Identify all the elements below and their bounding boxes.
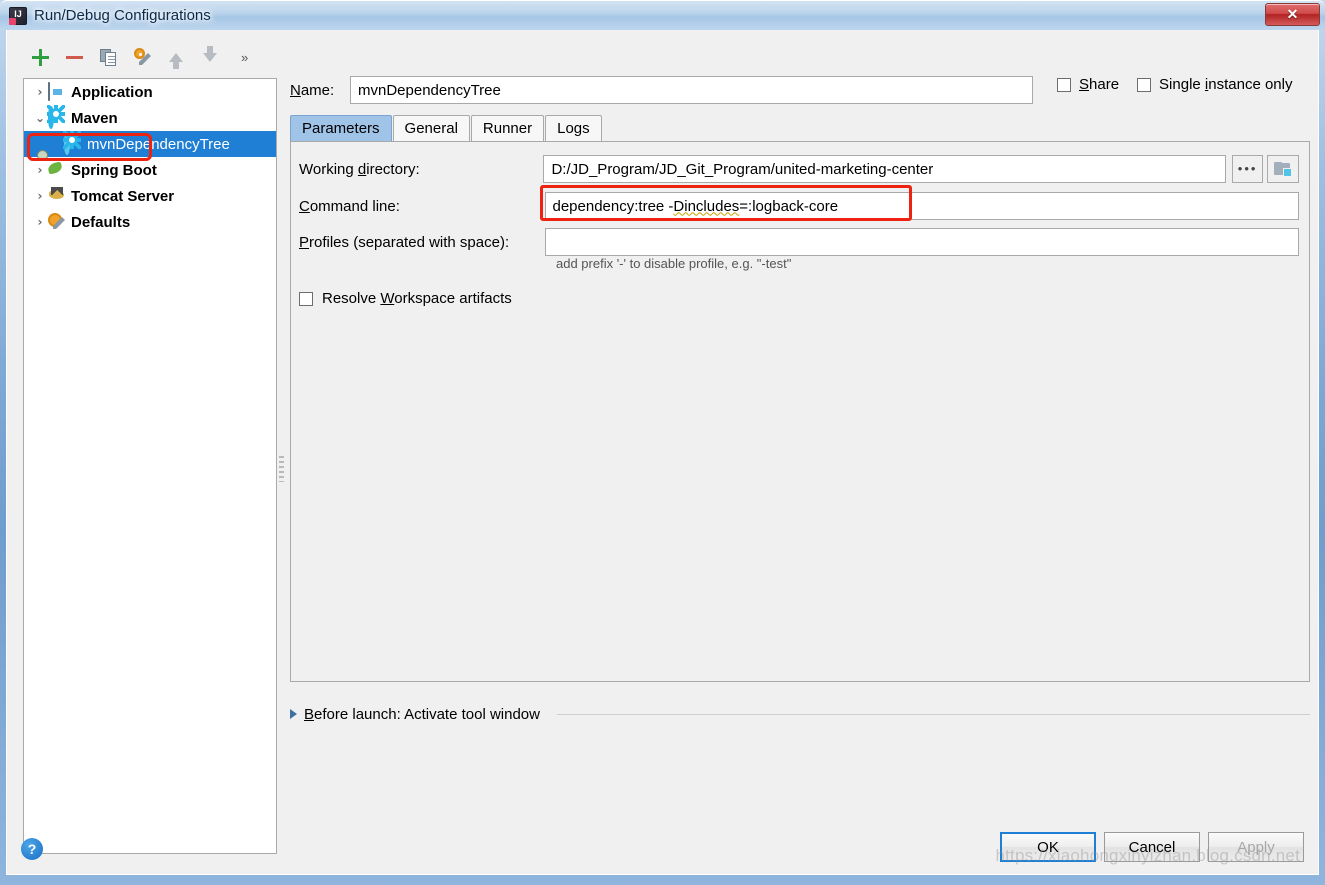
apply-button[interactable]: Apply [1208, 832, 1304, 862]
tree-item-defaults[interactable]: › Defaults [24, 209, 276, 235]
parameters-panel: Working directory: D:/JD_Program/JD_Git_… [290, 142, 1310, 682]
module-icon [1274, 161, 1293, 177]
move-down-button[interactable] [193, 43, 227, 71]
tab-parameters[interactable]: Parameters [290, 115, 392, 141]
dialog-client-area: » › Application ⌄ Maven mvnDependencyTre… [6, 30, 1319, 875]
configuration-options: Share Single instance only [1057, 76, 1293, 93]
tree-item-label: Spring Boot [71, 161, 157, 179]
tree-item-application[interactable]: › Application [24, 79, 276, 105]
defaults-icon [48, 213, 66, 231]
share-checkbox[interactable] [1057, 77, 1071, 92]
resolve-workspace-row: Resolve Workspace artifacts [299, 290, 512, 307]
command-line-input[interactable]: dependency:tree - Dincludes =:logback-core [544, 192, 1299, 220]
tree-item-tomcat-server[interactable]: › Tomcat Server [24, 183, 276, 209]
tree-item-label: mvnDependencyTree [87, 135, 230, 153]
before-launch-section[interactable]: Before launch: Activate tool window [290, 702, 1310, 726]
maven-gear-icon [48, 106, 66, 129]
minus-icon [65, 55, 83, 59]
profiles-row: Profiles (separated with space): [299, 228, 1299, 256]
command-line-row: Command line: dependency:tree - Dincludes… [299, 192, 1299, 220]
copy-button[interactable] [91, 43, 125, 71]
configurations-tree[interactable]: › Application ⌄ Maven mvnDependencyTree … [23, 78, 277, 854]
tree-item-mvndependencytree[interactable]: mvnDependencyTree [24, 131, 276, 157]
tree-item-maven[interactable]: ⌄ Maven [24, 105, 276, 131]
ellipsis-icon: ••• [1237, 161, 1258, 176]
chevron-right-icon[interactable]: › [32, 85, 48, 99]
profiles-input[interactable] [544, 228, 1299, 256]
single-instance-checkbox[interactable] [1137, 77, 1152, 92]
section-divider [556, 713, 1310, 715]
arrow-up-icon [169, 52, 183, 69]
tab-general[interactable]: General [392, 115, 470, 141]
window-title: Run/Debug Configurations [34, 7, 211, 24]
chevron-down-icon[interactable]: ⌄ [32, 111, 48, 125]
remove-button[interactable] [57, 43, 91, 71]
help-icon[interactable]: ? [21, 838, 43, 860]
add-button[interactable] [23, 43, 57, 71]
working-directory-row: Working directory: D:/JD_Program/JD_Git_… [299, 155, 1299, 183]
single-instance-label[interactable]: Single instance only [1159, 76, 1292, 93]
intellij-idea-icon [9, 6, 27, 25]
splitter-grip-icon [279, 456, 284, 482]
tree-item-label: Tomcat Server [71, 187, 175, 205]
tab-bar: Parameters General Runner Logs [290, 115, 1310, 142]
resolve-workspace-label[interactable]: Resolve Workspace artifacts [322, 290, 512, 307]
tree-item-spring-boot[interactable]: › Spring Boot [24, 157, 276, 183]
title-bar: Run/Debug Configurations ✕ [0, 0, 1325, 30]
application-icon [48, 82, 66, 101]
browse-directory-button[interactable]: ••• [1231, 155, 1264, 183]
plus-icon [31, 48, 49, 66]
configurations-toolbar: » [23, 42, 283, 72]
tomcat-icon [48, 187, 66, 205]
working-directory-label: Working directory: [299, 160, 420, 178]
dialog-button-bar: OK Cancel Apply [1000, 832, 1304, 862]
cancel-button[interactable]: Cancel [1104, 832, 1200, 862]
chevron-right-icon[interactable]: › [32, 215, 48, 229]
panel-splitter[interactable] [278, 78, 286, 854]
edit-templates-button[interactable] [125, 43, 159, 71]
profiles-hint: add prefix '-' to disable profile, e.g. … [556, 256, 792, 271]
working-directory-input[interactable]: D:/JD_Program/JD_Git_Program/united-mark… [543, 155, 1226, 183]
copy-icon [99, 48, 117, 66]
command-line-label: Command line: [299, 197, 400, 215]
dialog-window: Run/Debug Configurations ✕ » [0, 0, 1325, 885]
move-up-button[interactable] [159, 43, 193, 71]
maven-gear-icon [64, 132, 82, 155]
chevron-right-icon[interactable] [290, 709, 297, 719]
chevron-right-icon[interactable]: › [32, 163, 48, 177]
tree-item-label: Maven [71, 109, 118, 127]
tab-logs[interactable]: Logs [545, 115, 602, 141]
tab-runner[interactable]: Runner [470, 115, 545, 141]
name-input[interactable] [350, 76, 1033, 104]
share-label[interactable]: Share [1079, 76, 1119, 93]
tree-item-label: Defaults [71, 213, 131, 231]
profiles-label: Profiles (separated with space): [299, 233, 510, 251]
select-module-button[interactable] [1267, 155, 1299, 183]
resolve-workspace-checkbox[interactable] [299, 291, 313, 306]
spring-boot-icon [48, 161, 66, 179]
before-launch-label: Before launch: Activate tool window [304, 705, 540, 723]
ok-button[interactable]: OK [1000, 832, 1096, 862]
close-icon[interactable]: ✕ [1265, 3, 1320, 26]
toolbar-overflow-icon[interactable]: » [241, 50, 248, 65]
name-label: Name: [290, 81, 335, 99]
wrench-icon [133, 48, 151, 66]
tree-item-label: Application [71, 83, 153, 101]
chevron-right-icon[interactable]: › [32, 189, 48, 203]
arrow-down-icon [203, 45, 217, 62]
